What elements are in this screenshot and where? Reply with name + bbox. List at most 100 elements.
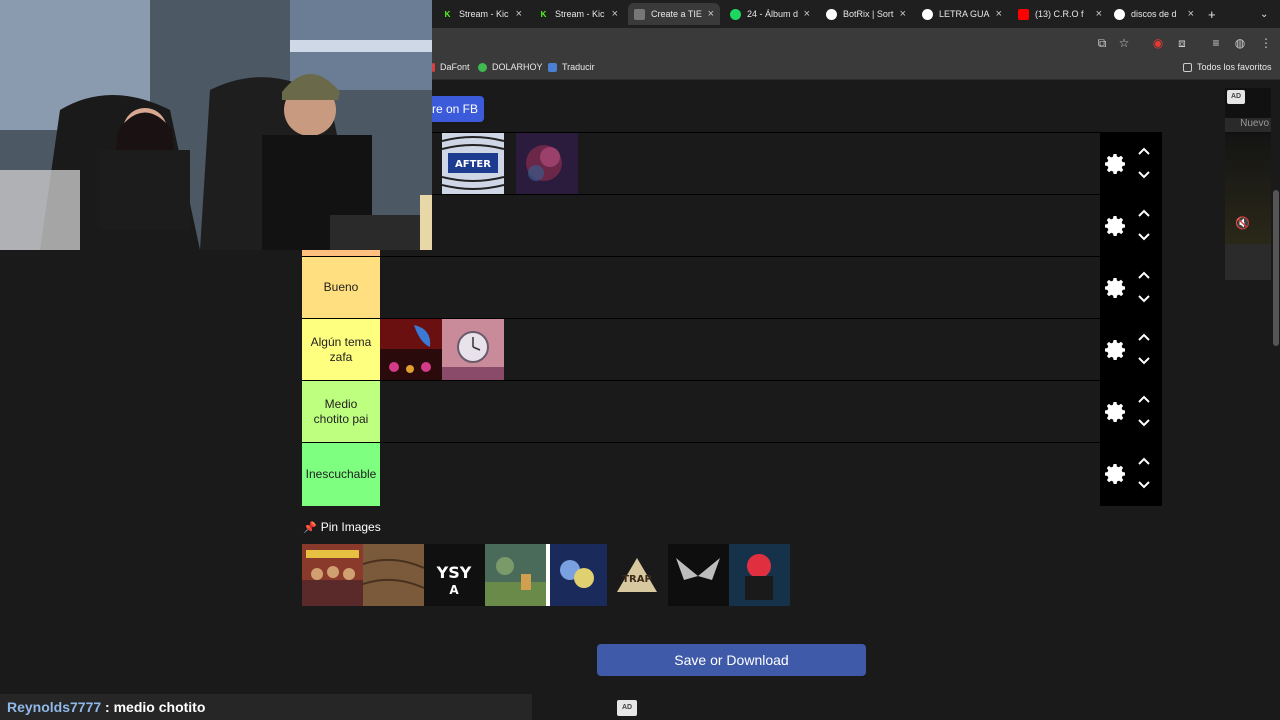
chevron-up-icon[interactable] [1136,455,1152,467]
tier-controls [1100,381,1162,442]
star-icon[interactable]: ☆ [1116,35,1132,51]
record-icon[interactable]: ◉ [1150,35,1166,51]
chevron-down-icon[interactable] [1136,169,1152,181]
tier-items: AFTER [380,133,1100,194]
gear-icon[interactable] [1104,276,1128,300]
chevron-down-icon[interactable] [1136,231,1152,243]
bookmark-dafont[interactable]: DaFont [432,62,470,72]
chevron-down-icon[interactable] [1136,479,1152,491]
folder-icon [1183,62,1192,72]
ad-badge[interactable]: AD [617,700,637,716]
album-cover-ysy-a[interactable]: YSYA [424,544,485,606]
chevron-up-icon[interactable] [1136,207,1152,219]
avatar[interactable]: ◍ [1232,35,1248,51]
bookmark-traducir[interactable]: Traducir [548,62,595,72]
album-cover-after-after[interactable]: AFTER [442,133,504,194]
pin-icon: 📌 [303,521,317,534]
svg-text:AFTER: AFTER [455,159,491,170]
tier-controls [1100,443,1162,506]
album-cover-anime[interactable] [546,544,607,606]
dafont-icon [432,62,435,72]
chevron-down-icon[interactable] [1136,293,1152,305]
tab-google-letra[interactable]: LETRA GUAR× [916,3,1008,25]
album-cover-crowd[interactable] [302,544,363,606]
tier-items [380,319,1100,380]
tab-kick-1[interactable]: K Stream - Kic × [436,3,528,25]
album-cover-map[interactable] [363,544,424,606]
tier-label[interactable]: Medio chotito pai [302,381,380,442]
tab-tiermaker[interactable]: Create a TIE × [628,3,720,25]
close-icon[interactable]: × [900,8,906,20]
translate-icon [548,62,557,72]
tier-controls [1100,319,1162,380]
youtube-icon [1018,8,1029,20]
kick-icon: K [540,9,547,19]
tier-row-medio-chotito-pai: Medio chotito pai [302,380,1162,442]
gear-icon[interactable] [1104,214,1128,238]
kick-icon: K [444,9,451,19]
chevron-down-icon[interactable] [1136,417,1152,429]
album-cover-park[interactable] [485,544,546,606]
chevron-down-icon[interactable] [1136,355,1152,367]
spotify-icon [730,8,741,20]
close-icon[interactable]: × [1096,8,1102,20]
close-icon[interactable]: × [996,8,1002,20]
album-cover-nebula[interactable] [516,133,578,194]
gear-icon[interactable] [1104,462,1128,486]
extensions-icon[interactable]: ⧈ [1174,35,1190,51]
tab-spotify[interactable]: 24 - Álbum d × [724,3,816,25]
tab-google-discos[interactable]: discos de d × [1108,3,1200,25]
gear-icon[interactable] [1104,338,1128,362]
tier-controls [1100,195,1162,256]
album-cover-red-hair[interactable] [729,544,790,606]
tab-botrix[interactable]: BotRix | Sort × [820,3,912,25]
bookmark-dolarhoy[interactable]: DOLARHOY [478,62,543,72]
album-cover-clock[interactable] [442,319,504,380]
close-icon[interactable]: × [612,8,618,20]
chevron-up-icon[interactable] [1136,269,1152,281]
scrollbar-thumb[interactable] [1273,190,1279,346]
page-scrollbar[interactable] [1272,80,1280,720]
google-icon [1114,8,1125,20]
tab-search-icon[interactable]: ⌄ [1254,3,1274,25]
album-cover-trap[interactable]: TRAP [607,544,668,606]
ad-new-badge: Nuevo [1225,118,1271,132]
tab-youtube[interactable]: (13) C.R.O f × [1012,3,1108,25]
album-cover-wings[interactable] [668,544,729,606]
tab-kick-2[interactable]: K Stream - Kic × [532,3,624,25]
album-cover-red-console[interactable] [380,319,442,380]
translate-icon[interactable]: ⧉ [1094,35,1110,51]
save-or-download-button[interactable]: Save or Download [597,644,866,676]
tier-label[interactable]: Bueno [302,257,380,318]
ad-panel [1225,244,1271,280]
tier-controls [1100,133,1162,194]
ad-badge: AD [1227,90,1245,104]
menu-icon[interactable]: ⋮ [1258,35,1274,51]
tier-items [380,443,1100,504]
chevron-up-icon[interactable] [1136,331,1152,343]
tier-items [380,257,1100,318]
chevron-up-icon[interactable] [1136,145,1152,157]
tier-label[interactable]: Algún tema zafa [302,319,380,380]
media-icon[interactable]: ≡ [1208,35,1224,51]
gear-icon[interactable] [1104,152,1128,176]
webcam-overlay [0,0,432,250]
svg-text:YSY: YSY [436,563,472,582]
new-tab-button[interactable]: + [1202,3,1222,25]
chat-username: Reynolds7777 [7,699,102,715]
ad-sidebar[interactable]: AD Nuevo 🔇 [1225,88,1271,280]
tier-label[interactable]: Inescuchable [302,443,380,506]
tier-row-bueno: Bueno [302,256,1162,318]
mute-icon[interactable]: 🔇 [1235,216,1250,230]
chat-message: Reynolds7777 : medio chotito [0,694,532,720]
pin-images-heading: 📌 Pin Images [303,520,381,534]
close-icon[interactable]: × [708,8,714,20]
chevron-up-icon[interactable] [1136,393,1152,405]
gear-icon[interactable] [1104,400,1128,424]
dolarhoy-icon [478,62,487,72]
close-icon[interactable]: × [804,8,810,20]
bookmarks-folder[interactable]: Todos los favoritos [1183,62,1272,72]
tier-row-algun-tema-zafa: Algún tema zafa [302,318,1162,380]
close-icon[interactable]: × [516,8,522,20]
close-icon[interactable]: × [1188,8,1194,20]
